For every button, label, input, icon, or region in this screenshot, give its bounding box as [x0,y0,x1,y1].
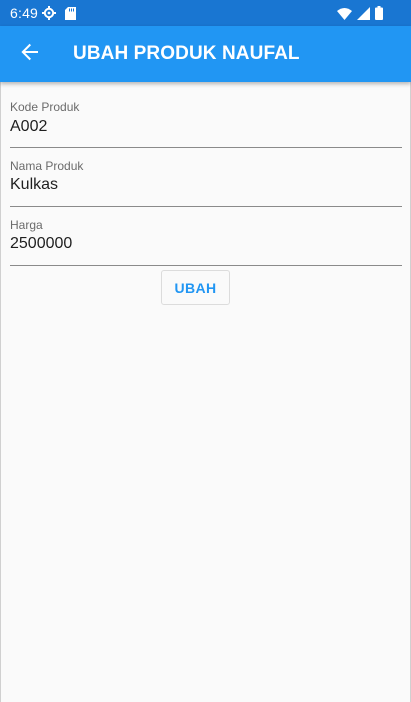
battery-icon [375,6,383,23]
price-field: Harga [10,207,402,266]
app-bar: UBAH PRODUK NAUFAL [0,26,411,82]
wifi-icon [337,7,352,23]
settings-gear-icon [42,6,56,23]
update-button[interactable]: UBAH [161,270,230,305]
page-title: UBAH PRODUK NAUFAL [73,43,300,64]
product-name-input[interactable] [10,176,390,194]
left-edge-divider [0,26,1,702]
status-time: 6:49 [10,5,39,21]
product-edit-form: Kode Produk Nama Produk Harga [10,82,402,266]
product-name-field: Nama Produk [10,148,402,207]
back-button[interactable] [16,40,44,68]
sd-card-icon [65,6,76,23]
status-right-icons [337,6,383,23]
status-bar: 6:49 [0,0,411,26]
arrow-back-icon [21,43,39,66]
price-label: Harga [10,218,43,232]
product-code-field: Kode Produk [10,82,402,148]
product-code-input[interactable] [10,118,390,136]
product-code-label: Kode Produk [10,100,80,114]
price-input[interactable] [10,235,390,253]
product-name-label: Nama Produk [10,159,84,173]
status-left-icons [42,6,76,23]
signal-icon [357,6,370,23]
